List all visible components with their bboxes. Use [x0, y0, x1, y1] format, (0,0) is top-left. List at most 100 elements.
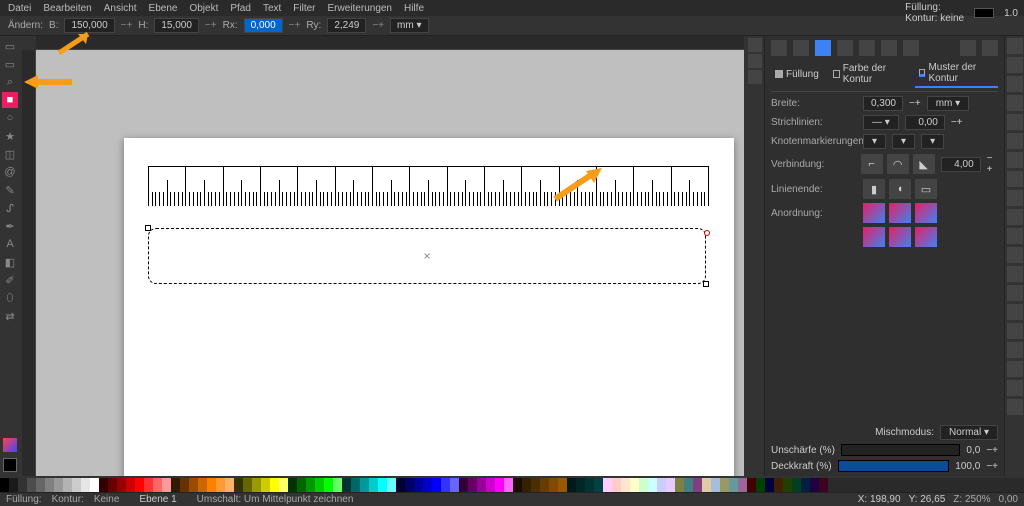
palette-swatch[interactable]: [621, 478, 630, 492]
rounded-rectangle[interactable]: ×: [148, 228, 706, 284]
palette-swatch[interactable]: [792, 478, 801, 492]
order-icon[interactable]: [863, 203, 885, 223]
menu-item[interactable]: Text: [263, 3, 281, 14]
palette-swatch[interactable]: [801, 478, 810, 492]
tool-bezier[interactable]: ᔑ: [2, 200, 18, 216]
cmd-xml-icon[interactable]: [1007, 304, 1023, 320]
cmd-align-icon[interactable]: [1007, 323, 1023, 339]
dock-tab-icon[interactable]: [748, 38, 762, 52]
palette-swatch[interactable]: [810, 478, 819, 492]
palette-swatch[interactable]: [45, 478, 54, 492]
tool-text[interactable]: A: [2, 236, 18, 252]
cmd-docprops-icon[interactable]: [1007, 399, 1023, 415]
zoom-level[interactable]: Z: 250%: [953, 494, 990, 505]
opacity-slider[interactable]: [838, 460, 950, 472]
palette-swatch[interactable]: [396, 478, 405, 492]
palette-swatch[interactable]: [657, 478, 666, 492]
ry-spin[interactable]: −+: [370, 20, 386, 31]
panel-icon[interactable]: [960, 40, 976, 56]
cmd-text-icon[interactable]: [1007, 342, 1023, 358]
order-icon[interactable]: [889, 227, 911, 247]
cmd-print-icon[interactable]: [1007, 95, 1023, 111]
cmd-zoom-icon[interactable]: [1007, 190, 1023, 206]
palette-swatch[interactable]: [36, 478, 45, 492]
palette-swatch[interactable]: [504, 478, 513, 492]
palette-swatch[interactable]: [513, 478, 522, 492]
layer-select[interactable]: Ebene 1: [129, 494, 186, 505]
tool-zoom[interactable]: ⌕: [2, 74, 18, 90]
palette-swatch[interactable]: [738, 478, 747, 492]
tool-ellipse[interactable]: ○: [2, 110, 18, 126]
palette-swatch[interactable]: [756, 478, 765, 492]
palette-swatch[interactable]: [675, 478, 684, 492]
tab-stroke-style[interactable]: Muster der Kontur: [915, 60, 998, 88]
palette-swatch[interactable]: [261, 478, 270, 492]
palette-swatch[interactable]: [441, 478, 450, 492]
ry-input[interactable]: 2,249: [327, 18, 366, 33]
cmd-duplicate-icon[interactable]: [1007, 228, 1023, 244]
tool-star[interactable]: ★: [2, 128, 18, 144]
palette-swatch[interactable]: [189, 478, 198, 492]
palette-swatch[interactable]: [684, 478, 693, 492]
panel-icon[interactable]: [837, 40, 853, 56]
dock-tab-icon[interactable]: [748, 70, 762, 84]
menu-item[interactable]: Bearbeiten: [43, 3, 91, 14]
tool-rectangle[interactable]: ■: [2, 92, 18, 108]
cmd-group-icon[interactable]: [1007, 266, 1023, 282]
menu-item[interactable]: Datei: [8, 3, 31, 14]
palette-swatch[interactable]: [531, 478, 540, 492]
rx-spin[interactable]: −+: [287, 20, 303, 31]
marker-start[interactable]: ▾: [863, 134, 886, 149]
palette-swatch[interactable]: [126, 478, 135, 492]
menu-item[interactable]: Objekt: [189, 3, 218, 14]
palette-swatch[interactable]: [558, 478, 567, 492]
height-spin[interactable]: −+: [203, 20, 219, 31]
palette-swatch[interactable]: [432, 478, 441, 492]
palette-swatch[interactable]: [585, 478, 594, 492]
palette-swatch[interactable]: [0, 478, 9, 492]
opacity-value[interactable]: 100,0: [955, 461, 980, 472]
join-round-icon[interactable]: ◠: [887, 154, 909, 174]
palette-swatch[interactable]: [711, 478, 720, 492]
fill-swatch[interactable]: [974, 8, 994, 18]
cap-round-icon[interactable]: ◖: [889, 179, 911, 199]
menu-item[interactable]: Ansicht: [104, 3, 137, 14]
dock-tab-icon[interactable]: [748, 54, 762, 68]
cmd-undo-icon[interactable]: [1007, 114, 1023, 130]
palette-swatch[interactable]: [288, 478, 297, 492]
blur-slider[interactable]: [841, 444, 961, 456]
join-miter-icon[interactable]: ⌐: [861, 154, 883, 174]
palette-swatch[interactable]: [72, 478, 81, 492]
palette-swatch[interactable]: [522, 478, 531, 492]
palette-swatch[interactable]: [171, 478, 180, 492]
height-input[interactable]: 15,000: [154, 18, 199, 33]
palette-swatch[interactable]: [297, 478, 306, 492]
order-icon[interactable]: [915, 203, 937, 223]
palette-swatch[interactable]: [405, 478, 414, 492]
palette-swatch[interactable]: [63, 478, 72, 492]
palette-swatch[interactable]: [486, 478, 495, 492]
bg-color[interactable]: [3, 458, 17, 472]
panel-icon[interactable]: [859, 40, 875, 56]
palette-swatch[interactable]: [594, 478, 603, 492]
cmd-open-icon[interactable]: [1007, 57, 1023, 73]
palette-swatch[interactable]: [549, 478, 558, 492]
palette-swatch[interactable]: [108, 478, 117, 492]
palette-swatch[interactable]: [9, 478, 18, 492]
tab-fill[interactable]: Füllung: [771, 60, 823, 88]
tool-calligraphy[interactable]: ✒: [2, 218, 18, 234]
palette-swatch[interactable]: [279, 478, 288, 492]
canvas-viewport[interactable]: ×: [36, 50, 744, 476]
palette-swatch[interactable]: [243, 478, 252, 492]
palette-swatch[interactable]: [495, 478, 504, 492]
palette-swatch[interactable]: [144, 478, 153, 492]
palette-swatch[interactable]: [414, 478, 423, 492]
cmd-paste-icon[interactable]: [1007, 171, 1023, 187]
tool-node[interactable]: ▭: [2, 56, 18, 72]
palette-swatch[interactable]: [603, 478, 612, 492]
palette-swatch[interactable]: [216, 478, 225, 492]
tool-select[interactable]: ▭: [2, 38, 18, 54]
order-icon[interactable]: [889, 203, 911, 223]
rx-input[interactable]: 0,000: [244, 18, 283, 33]
palette-swatch[interactable]: [324, 478, 333, 492]
